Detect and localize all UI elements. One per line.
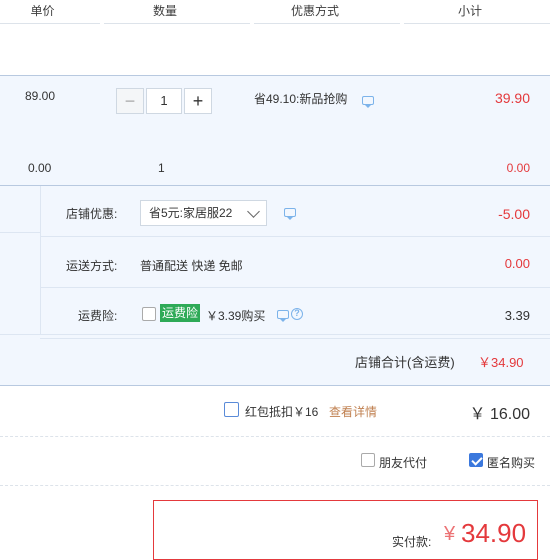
- item-subtotal: 39.90: [494, 90, 530, 106]
- gift-subtotal: 0.00: [506, 161, 530, 175]
- qty-minus-button[interactable]: −: [116, 88, 144, 114]
- insurance-text: ￥3.39购买: [206, 309, 266, 323]
- payment-label: 实付款:: [392, 535, 432, 549]
- redpacket-label: 红包抵扣￥16: [245, 405, 319, 419]
- header-price: 单价: [30, 4, 55, 18]
- store-divider: [0, 334, 550, 335]
- payment-currency: ¥: [444, 523, 456, 545]
- discount-label: 店铺优惠:: [66, 207, 118, 221]
- store-divider: [0, 232, 40, 233]
- payment-box: 实付款: ¥ 34.90: [153, 500, 538, 560]
- chevron-down-icon: [247, 205, 260, 218]
- anonymous-checkbox[interactable]: [469, 453, 483, 467]
- header-subtotal: 小计: [457, 4, 482, 18]
- redpacket-amount: ￥ 16.00: [469, 406, 531, 423]
- section-divider: [0, 485, 550, 486]
- qty-input[interactable]: 1: [146, 88, 182, 114]
- shipping-label: 运送方式:: [66, 259, 118, 273]
- header-divider: [254, 23, 400, 24]
- store-total-label: 店铺合计(含运费): [355, 355, 455, 370]
- insurance-checkbox[interactable]: [142, 307, 156, 321]
- payment-amount: 34.90: [461, 518, 527, 548]
- insurance-label: 运费险:: [78, 309, 118, 323]
- friend-pay-checkbox[interactable]: [361, 453, 375, 467]
- discount-amount: -5.00: [498, 206, 530, 222]
- header-divider: [104, 23, 250, 24]
- redpacket-checkbox[interactable]: [224, 402, 239, 417]
- chat-icon[interactable]: [362, 96, 374, 108]
- chat-icon[interactable]: [277, 310, 289, 322]
- shipping-amount: 0.00: [504, 256, 530, 271]
- redpacket-detail-link[interactable]: 查看详情: [329, 403, 377, 420]
- insurance-tag: 运费险: [160, 304, 201, 322]
- section-divider: [0, 436, 550, 437]
- chat-icon[interactable]: [284, 208, 296, 220]
- insurance-amount: 3.39: [504, 308, 530, 323]
- header-divider: [404, 23, 550, 24]
- qty-plus-button[interactable]: +: [184, 88, 212, 114]
- gift-price: 0.00: [28, 161, 52, 175]
- section-divider: [0, 385, 550, 386]
- discount-selected: 省5元:家居服22: [149, 206, 233, 220]
- discount-select[interactable]: 省5元:家居服22: [140, 200, 267, 226]
- header-promo: 优惠方式: [290, 4, 339, 18]
- header-qty: 数量: [152, 4, 177, 18]
- store-total-amount: ￥34.90: [478, 355, 524, 370]
- header-divider: [0, 23, 100, 24]
- table-header: 单价 数量 优惠方式 小计: [0, 0, 550, 24]
- item-promo: 省49.10:新品抢购: [254, 92, 348, 106]
- help-icon[interactable]: ?: [291, 308, 303, 320]
- item-price: 89.00: [25, 89, 56, 103]
- friend-pay-label: 朋友代付: [379, 456, 428, 470]
- gift-qty: 1: [158, 161, 165, 175]
- shipping-value: 普通配送 快递 免邮: [140, 259, 243, 273]
- anonymous-label: 匿名购买: [487, 456, 536, 470]
